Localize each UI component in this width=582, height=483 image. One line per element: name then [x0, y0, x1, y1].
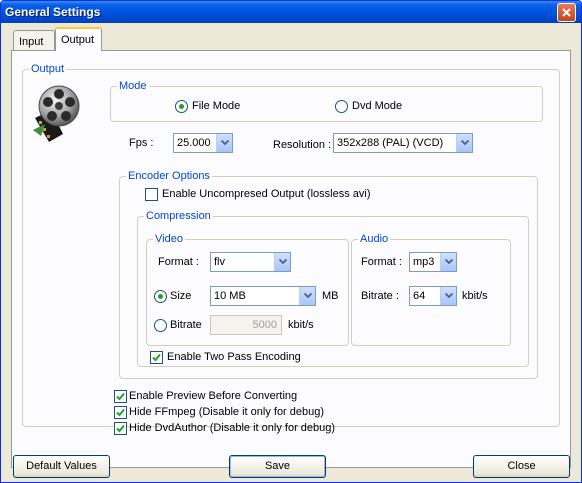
- window-client: Input Output Output Mode File Mode Dvd M…: [1, 23, 581, 482]
- encoder-options-legend: Encoder Options: [126, 170, 212, 183]
- uncompressed-output-label[interactable]: Enable Uncompresed Output (lossless avi): [162, 187, 370, 201]
- audio-format-value: mp3: [413, 256, 435, 268]
- chevron-down-icon: [445, 293, 453, 298]
- resolution-select[interactable]: 352x288 (PAL) (VCD): [333, 133, 473, 153]
- audio-bitrate-dropdown-button[interactable]: [440, 287, 456, 305]
- hide-dvdauthor-label[interactable]: Hide DvdAuthor (Disable it only for debu…: [129, 421, 335, 435]
- size-label[interactable]: Size: [170, 289, 191, 303]
- mode-group-legend: Mode: [117, 80, 149, 93]
- default-values-button[interactable]: Default Values: [13, 455, 110, 478]
- checkmark-icon: [116, 424, 125, 433]
- hide-ffmpeg-checkbox[interactable]: [114, 406, 127, 419]
- dvd-mode-radio[interactable]: [335, 100, 348, 113]
- checkmark-icon: [116, 392, 125, 401]
- enable-preview-checkbox[interactable]: [114, 390, 127, 403]
- output-group: Output Mode File Mode Dvd Mode Fps: 25.…: [22, 63, 560, 435]
- resolution-value: 352x288 (PAL) (VCD): [337, 137, 444, 149]
- audio-format-dropdown-button[interactable]: [440, 253, 456, 271]
- hide-ffmpeg-label[interactable]: Hide FFmpeg (Disable it only for debug): [129, 405, 324, 419]
- checkmark-icon: [116, 408, 125, 417]
- chevron-down-icon: [461, 140, 469, 145]
- output-tab-panel: Output Mode File Mode Dvd Mode Fps: 25.…: [11, 50, 571, 468]
- audio-bitrate-label: Bitrate :: [361, 290, 399, 302]
- resolution-dropdown-button[interactable]: [456, 134, 472, 152]
- tab-output[interactable]: Output: [55, 27, 102, 51]
- tab-input[interactable]: Input: [13, 30, 55, 50]
- audio-format-select[interactable]: mp3: [409, 252, 457, 272]
- audio-bitrate-value: 64: [413, 290, 426, 302]
- chevron-down-icon: [304, 293, 312, 298]
- two-pass-checkbox[interactable]: [150, 351, 163, 364]
- video-group: Video Format : flv Size 10 MB MB Bitrate…: [146, 233, 349, 346]
- video-legend: Video: [153, 233, 185, 246]
- audio-group: Audio Format : mp3 Bitrate : 64 kbit/s: [351, 233, 511, 346]
- video-bitrate-value: 5000: [252, 319, 277, 331]
- close-button[interactable]: Close: [473, 455, 570, 478]
- compression-legend: Compression: [144, 210, 213, 223]
- audio-bitrate-select[interactable]: 64: [409, 286, 457, 306]
- size-unit: MB: [322, 290, 339, 302]
- chevron-down-icon: [221, 140, 229, 145]
- chevron-down-icon: [445, 259, 453, 264]
- size-dropdown-button[interactable]: [299, 287, 315, 305]
- encoder-options-group: Encoder Options Enable Uncompresed Outpu…: [119, 170, 538, 379]
- video-bitrate-unit: kbit/s: [288, 319, 314, 331]
- video-format-value: flv: [214, 256, 225, 268]
- enable-preview-label[interactable]: Enable Preview Before Converting: [129, 389, 297, 403]
- title-bar[interactable]: General Settings: [1, 1, 581, 23]
- dvd-mode-label[interactable]: Dvd Mode: [352, 99, 402, 113]
- fps-dropdown-button[interactable]: [216, 134, 232, 152]
- fps-value: 25.000: [177, 137, 211, 149]
- video-bitrate-radio[interactable]: [154, 319, 167, 332]
- window-title: General Settings: [5, 5, 101, 19]
- uncompressed-output-checkbox[interactable]: [145, 188, 158, 201]
- video-format-label: Format :: [158, 256, 199, 268]
- fps-select[interactable]: 25.000: [173, 133, 233, 153]
- size-select[interactable]: 10 MB: [210, 286, 316, 306]
- file-mode-label[interactable]: File Mode: [192, 99, 240, 113]
- tab-output-label: Output: [61, 34, 95, 46]
- video-format-select[interactable]: flv: [210, 252, 291, 272]
- size-value: 10 MB: [214, 290, 246, 302]
- resolution-label: Resolution :: [273, 139, 332, 151]
- fps-label: Fps :: [129, 137, 154, 149]
- window-close-button[interactable]: [557, 3, 576, 22]
- chevron-down-icon: [279, 259, 287, 264]
- file-mode-radio[interactable]: [175, 100, 188, 113]
- general-settings-window: General Settings Input Output Output Mod…: [0, 0, 582, 483]
- size-radio[interactable]: [154, 290, 167, 303]
- save-button[interactable]: Save: [229, 455, 326, 478]
- audio-legend: Audio: [358, 233, 391, 246]
- video-bitrate-input[interactable]: 5000: [210, 315, 282, 335]
- two-pass-label[interactable]: Enable Two Pass Encoding: [167, 350, 301, 364]
- audio-bitrate-unit: kbit/s: [462, 290, 488, 302]
- compression-group: Compression Video Format : flv Size 10 M…: [137, 210, 529, 367]
- video-bitrate-label[interactable]: Bitrate: [170, 318, 202, 332]
- tab-input-label: Input: [19, 36, 44, 48]
- film-reel-icon: [33, 85, 80, 142]
- mode-group: Mode File Mode Dvd Mode: [110, 80, 543, 122]
- close-icon: [562, 8, 571, 17]
- hide-dvdauthor-checkbox[interactable]: [114, 422, 127, 435]
- checkmark-icon: [152, 353, 161, 362]
- audio-format-label: Format :: [361, 256, 402, 268]
- output-group-legend: Output: [29, 63, 67, 76]
- video-format-dropdown-button[interactable]: [274, 253, 290, 271]
